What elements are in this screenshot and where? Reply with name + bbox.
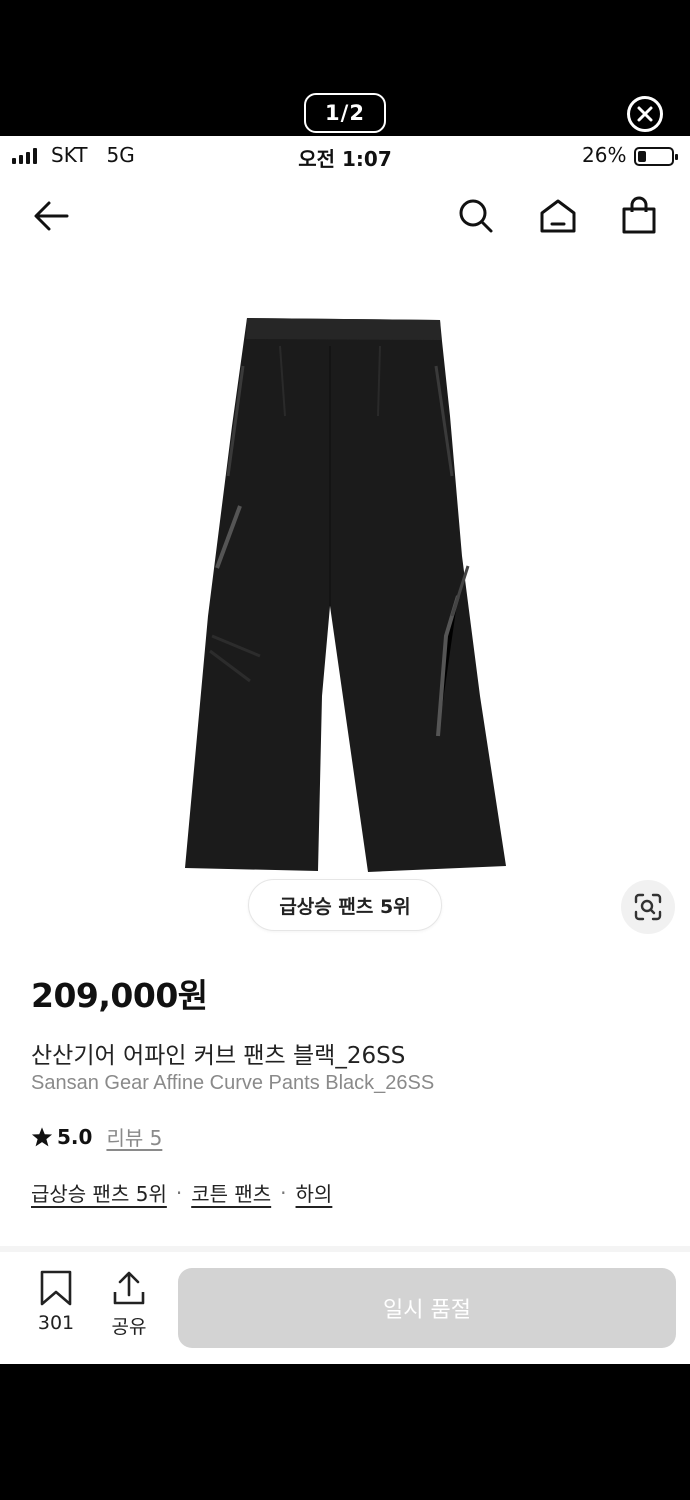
lens-search-icon[interactable] — [621, 880, 675, 934]
product-image[interactable] — [150, 306, 530, 881]
image-viewer-bar: 1/2 — [0, 0, 690, 136]
status-bar: SKT 5G 오전 1:07 26% — [0, 136, 690, 176]
share-label: 공유 — [111, 1316, 147, 1338]
ranking-chip[interactable]: 급상승 팬츠 5위 — [248, 879, 442, 931]
tag-bottoms[interactable]: 하의 — [296, 1178, 333, 1207]
product-price: 209,000원 — [31, 976, 208, 1015]
bookmark-button[interactable]: 301 — [26, 1270, 86, 1334]
tag-ranking[interactable]: 급상승 팬츠 5위 — [31, 1178, 167, 1207]
star-icon — [31, 1126, 53, 1146]
tag-separator: · — [175, 1180, 183, 1205]
product-name-english: Sansan Gear Affine Curve Pants Black_26S… — [31, 1072, 435, 1094]
shopping-bag-icon[interactable] — [617, 194, 661, 238]
close-icon[interactable] — [627, 96, 663, 132]
viewer-bottom-area — [0, 1364, 690, 1500]
battery-percent: 26% — [582, 143, 627, 167]
sold-out-button: 일시 품절 — [178, 1268, 676, 1348]
battery-icon — [634, 147, 678, 166]
review-link[interactable]: 리뷰 5 — [106, 1122, 162, 1151]
rating-value: 5.0 — [57, 1124, 93, 1149]
rating-row: 5.0 리뷰 5 — [31, 1122, 162, 1151]
home-icon[interactable] — [536, 194, 580, 238]
bookmark-count: 301 — [37, 1312, 75, 1334]
tag-separator: · — [280, 1180, 287, 1205]
share-icon — [113, 1271, 145, 1305]
page-counter: 1/2 — [304, 93, 386, 133]
battery-level — [638, 151, 647, 162]
back-arrow-icon[interactable] — [29, 194, 73, 238]
tag-cotton-pants[interactable]: 코튼 팬츠 — [191, 1178, 271, 1207]
search-icon[interactable] — [454, 194, 498, 238]
bottom-action-bar: 301 공유 일시 품절 — [0, 1252, 690, 1364]
top-nav-bar — [0, 184, 690, 246]
product-name-korean: 산산기어 어파인 커브 팬츠 블랙_26SS — [31, 1043, 406, 1069]
share-button[interactable]: 공유 — [99, 1270, 159, 1339]
category-tags: 급상승 팬츠 5위 · 코튼 팬츠 · 하의 — [31, 1178, 332, 1207]
phone-screen: SKT 5G 오전 1:07 26% 급상승 팬츠 5위 209,000원 산산… — [0, 136, 690, 1364]
bookmark-icon — [40, 1270, 72, 1306]
